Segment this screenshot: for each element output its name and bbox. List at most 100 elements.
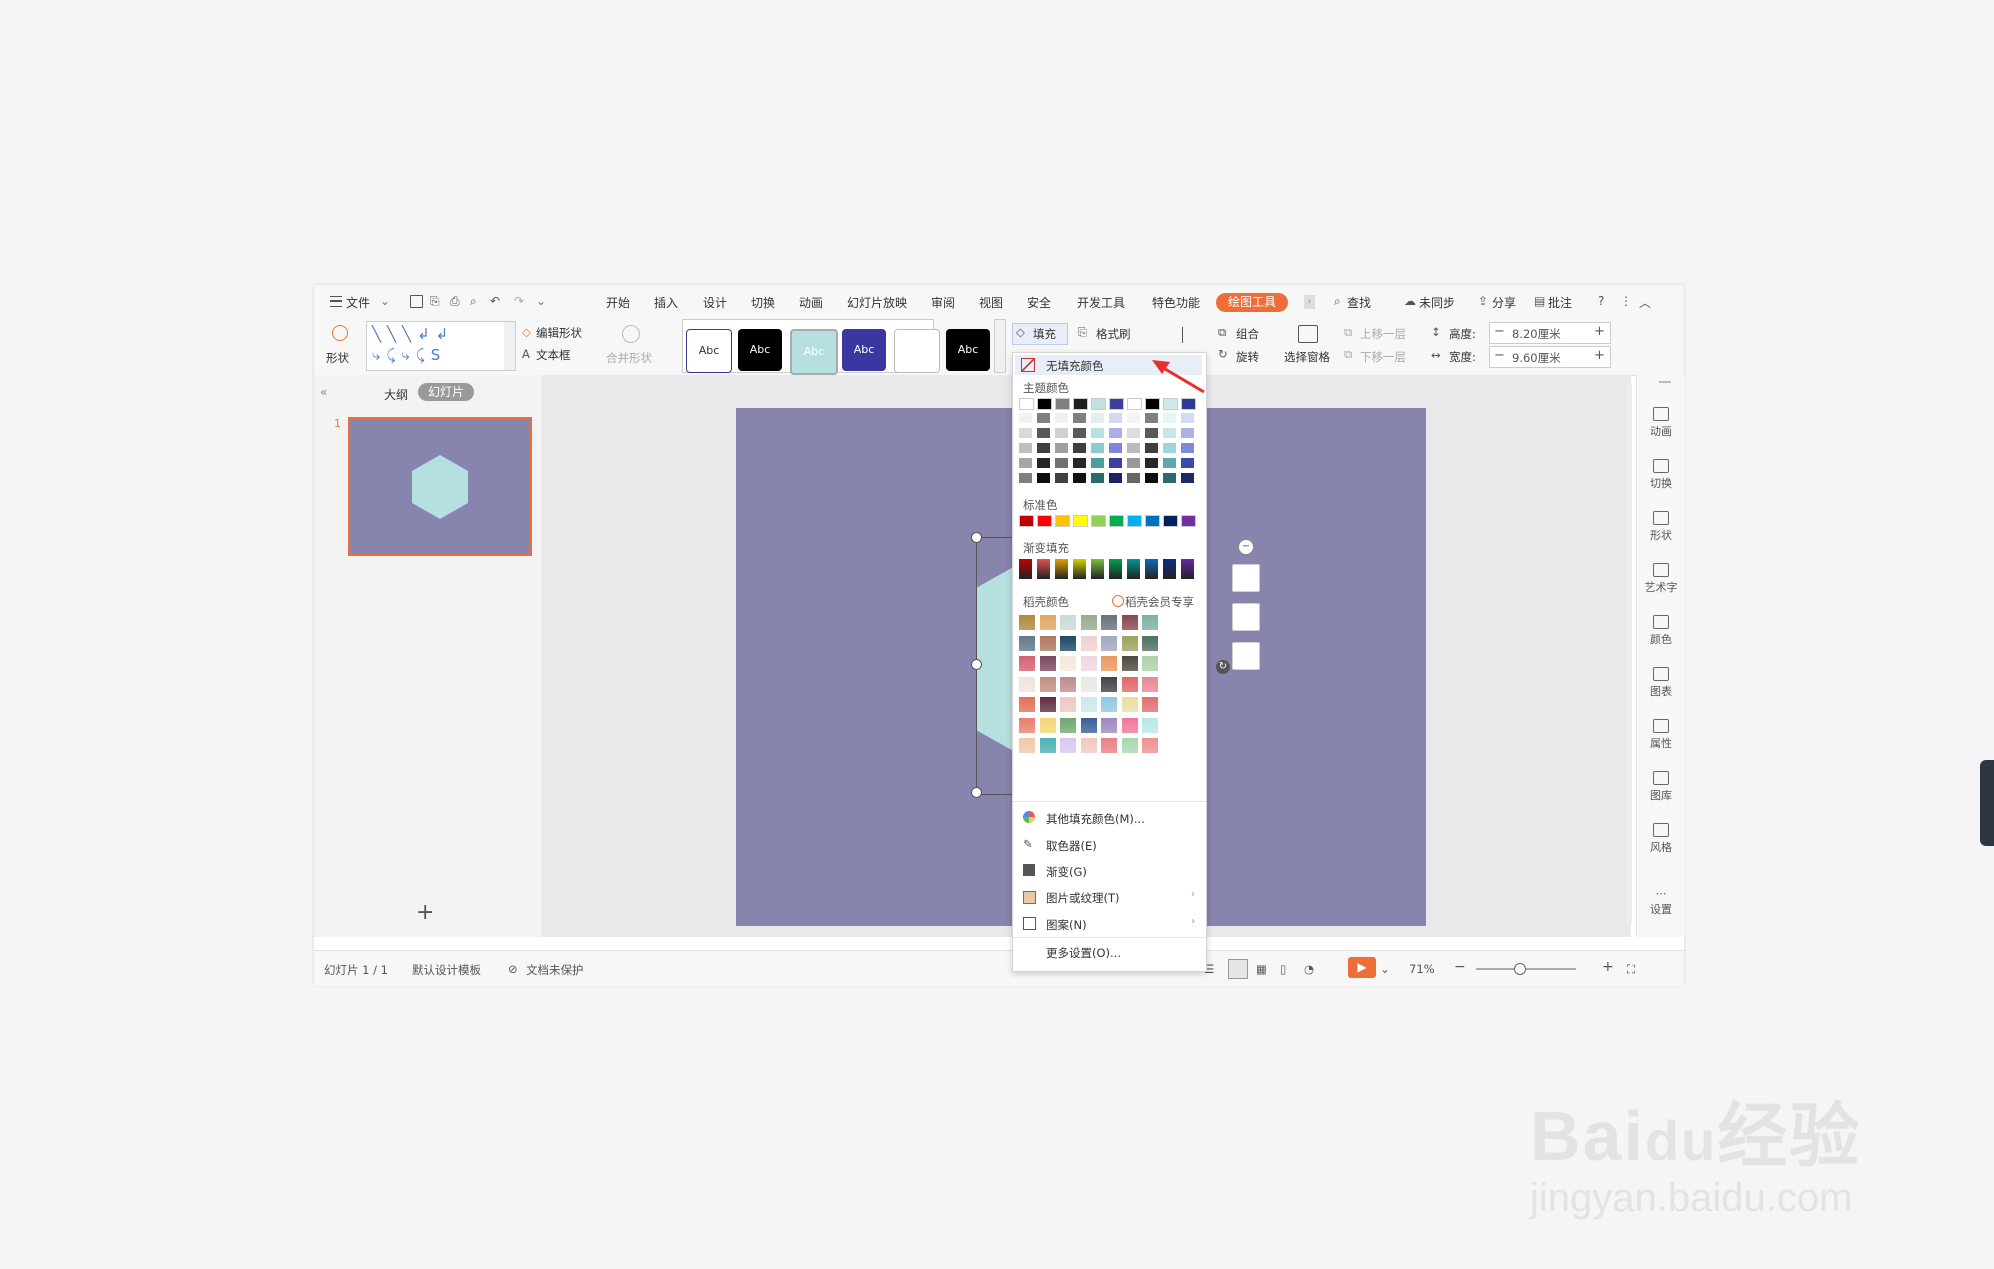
selection-pane-icon[interactable] [1298,325,1318,343]
redo-icon[interactable]: ↷ [514,294,524,308]
docer-swatch[interactable] [1019,656,1035,671]
color-swatch[interactable] [1091,458,1104,468]
shape-icon[interactable] [332,325,348,341]
color-swatch[interactable] [1127,515,1142,527]
docer-swatch[interactable] [1101,635,1117,651]
merge-shape-button[interactable]: 合并形状 [606,350,652,366]
fill-button[interactable]: 填充 [1033,326,1056,342]
docer-swatch[interactable] [1121,615,1138,630]
minus-icon[interactable]: − [1494,324,1505,339]
gallery-scroll[interactable] [504,321,516,371]
color-swatch[interactable] [1145,413,1158,423]
color-swatch[interactable] [1019,398,1034,410]
reading-view-icon[interactable]: ▯ [1280,962,1286,976]
color-swatch[interactable] [1091,443,1104,453]
align-icon[interactable] [1182,327,1195,343]
docer-swatch[interactable] [1121,635,1138,651]
sidebar-item-color[interactable]: 颜色 [1637,615,1685,647]
color-swatch[interactable] [1127,473,1140,483]
style-preset-6[interactable]: Abc [946,329,990,371]
chevron-down-icon[interactable]: ⌄ [380,294,390,308]
color-swatch[interactable] [1091,398,1106,410]
color-swatch[interactable] [1091,473,1104,483]
more-settings-item[interactable]: 更多设置(O)... [1046,945,1121,961]
docer-swatch[interactable] [1039,676,1056,692]
color-swatch[interactable] [1073,515,1088,527]
docer-swatch[interactable] [1142,635,1158,651]
collapse-panel-icon[interactable]: « [320,385,327,399]
docer-swatch[interactable] [1121,676,1138,692]
docer-swatch[interactable] [1142,697,1158,712]
collapse-float-icon[interactable]: − [1238,539,1254,555]
preview-icon[interactable]: ⌕ [470,294,477,309]
color-swatch[interactable] [1091,428,1104,438]
color-swatch[interactable] [1019,473,1032,483]
more-icon[interactable]: ⌄ [536,294,546,308]
docer-swatch[interactable] [1039,717,1056,733]
docer-swatch[interactable] [1060,635,1076,651]
color-swatch[interactable] [1055,458,1068,468]
gradient-swatch[interactable] [1109,559,1122,579]
bring-forward-icon[interactable]: ⧉ [1344,325,1352,340]
template-name[interactable]: 默认设计模板 [412,962,481,978]
docer-swatch[interactable] [1080,635,1097,651]
color-swatch[interactable] [1037,458,1050,468]
tab-view[interactable]: 视图 [979,294,1003,311]
docer-swatch[interactable] [1019,635,1035,651]
sidebar-item-shape[interactable]: 形状 [1637,511,1685,543]
play-dropdown-icon[interactable]: ⌄ [1380,962,1390,976]
gradient-swatch[interactable] [1037,559,1050,579]
normal-view-icon[interactable] [1228,959,1248,979]
tab-insert[interactable]: 插入 [654,294,678,311]
menu-icon[interactable] [330,296,342,307]
color-swatch[interactable] [1055,398,1070,410]
height-value[interactable]: 8.20厘米 [1512,326,1561,342]
color-swatch[interactable] [1163,515,1178,527]
zoom-in-icon[interactable]: + [1602,959,1614,975]
color-swatch[interactable] [1163,458,1176,468]
format-painter-button[interactable]: 格式刷 [1096,326,1131,342]
color-swatch[interactable] [1073,413,1086,423]
sidebar-item-properties[interactable]: 属性 [1637,719,1685,751]
tab-animation[interactable]: 动画 [799,294,823,311]
color-swatch[interactable] [1055,473,1068,483]
gradient-swatch[interactable] [1055,559,1068,579]
collapse-ribbon-icon[interactable]: ︿ [1639,294,1651,311]
sidebar-scroll-up[interactable] [1659,381,1671,383]
search-button[interactable]: 查找 [1347,294,1371,311]
pattern-item[interactable]: 图案(N) [1046,917,1087,933]
style-preset-4[interactable]: Abc [842,329,886,371]
tab-features[interactable]: 特色功能 [1152,294,1200,311]
rotate-icon[interactable]: ↻ [1218,347,1228,361]
tab-transition[interactable]: 切换 [751,294,775,311]
picture-texture-item[interactable]: 图片或纹理(T) [1046,890,1120,906]
color-swatch[interactable] [1181,413,1194,423]
docer-swatch[interactable] [1019,697,1035,712]
color-swatch[interactable] [1073,458,1086,468]
outline-float-icon[interactable] [1232,603,1260,631]
docer-swatch[interactable] [1121,697,1138,712]
docer-swatch[interactable] [1080,738,1097,753]
docer-swatch[interactable] [1060,615,1076,630]
docer-swatch[interactable] [1101,717,1117,733]
docer-swatch[interactable] [1039,615,1056,630]
color-swatch[interactable] [1091,515,1106,527]
share-button[interactable]: 分享 [1492,294,1516,311]
docer-swatch[interactable] [1080,676,1097,692]
format-painter-icon[interactable]: ⎘ [430,294,440,309]
sidebar-item-gallery[interactable]: 图库 [1637,771,1685,803]
docer-swatch[interactable] [1142,615,1158,630]
color-swatch[interactable] [1037,473,1050,483]
color-swatch[interactable] [1037,515,1052,527]
docer-swatch[interactable] [1121,656,1138,671]
bring-forward-button[interactable]: 上移一层 [1360,326,1406,342]
print-icon[interactable]: ⎙ [450,294,460,309]
reader-icon[interactable]: ◔ [1304,962,1314,976]
color-swatch[interactable] [1091,413,1104,423]
color-swatch[interactable] [1181,473,1194,483]
tab-review[interactable]: 审阅 [931,294,955,311]
docer-swatch[interactable] [1039,697,1056,712]
color-swatch[interactable] [1181,458,1194,468]
color-swatch[interactable] [1127,413,1140,423]
slide-thumbnail[interactable] [348,417,532,556]
